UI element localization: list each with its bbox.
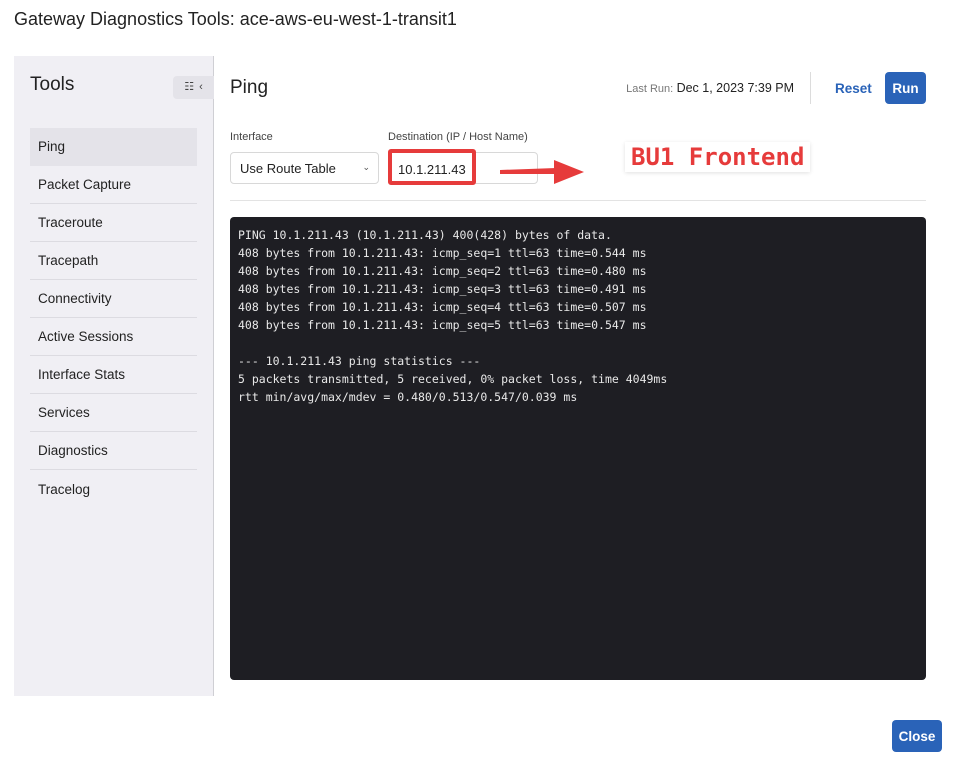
interface-select[interactable]: Use Route Table ⌄ — [230, 152, 379, 184]
sliders-icon: ☷ — [184, 81, 195, 93]
sidebar-item-diagnostics[interactable]: Diagnostics — [30, 432, 197, 470]
destination-label: Destination (IP / Host Name) — [388, 131, 528, 143]
interface-select-value: Use Route Table — [240, 160, 336, 176]
sidebar-item-tracelog[interactable]: Tracelog — [30, 470, 197, 508]
chevron-down-icon: ⌄ — [362, 162, 370, 172]
last-run-label: Last Run: — [626, 83, 674, 95]
collapse-sidebar-button[interactable]: ☷ ‹ — [173, 76, 214, 99]
sidebar-title: Tools — [30, 74, 75, 95]
sidebar-item-traceroute[interactable]: Traceroute — [30, 204, 197, 242]
sidebar-item-connectivity[interactable]: Connectivity — [30, 280, 197, 318]
sidebar-item-active-sessions[interactable]: Active Sessions — [30, 318, 197, 356]
sidebar-item-packet-capture[interactable]: Packet Capture — [30, 166, 197, 204]
annotation-arrow-icon — [500, 160, 584, 184]
tool-title: Ping — [230, 77, 269, 98]
ping-output: PING 10.1.211.43 (10.1.211.43) 400(428) … — [238, 228, 668, 404]
ping-output-terminal: PING 10.1.211.43 (10.1.211.43) 400(428) … — [230, 217, 926, 680]
reset-button[interactable]: Reset — [828, 72, 879, 104]
last-run-value: Dec 1, 2023 7:39 PM — [676, 81, 794, 95]
chevron-left-icon: ‹ — [199, 81, 203, 93]
interface-label: Interface — [230, 131, 273, 143]
modal-title: Gateway Diagnostics Tools: ace-aws-eu-we… — [14, 9, 457, 29]
run-button[interactable]: Run — [885, 72, 926, 104]
tools-sidebar: Tools ☷ ‹ Ping Packet Capture Traceroute… — [14, 56, 214, 696]
close-button[interactable]: Close — [892, 720, 942, 752]
destination-input[interactable] — [398, 159, 473, 179]
tools-nav: Ping Packet Capture Traceroute Tracepath… — [30, 128, 197, 508]
sidebar-item-services[interactable]: Services — [30, 394, 197, 432]
sidebar-item-tracepath[interactable]: Tracepath — [30, 242, 197, 280]
last-run: Last Run: Dec 1, 2023 7:39 PM — [626, 81, 794, 95]
header-divider — [810, 72, 811, 104]
tool-panel: Ping Last Run: Dec 1, 2023 7:39 PM Reset… — [230, 56, 926, 696]
sidebar-item-interface-stats[interactable]: Interface Stats — [30, 356, 197, 394]
annotation-label: BU1 Frontend — [625, 142, 811, 172]
form-divider — [230, 200, 926, 201]
sidebar-item-ping[interactable]: Ping — [30, 128, 197, 166]
